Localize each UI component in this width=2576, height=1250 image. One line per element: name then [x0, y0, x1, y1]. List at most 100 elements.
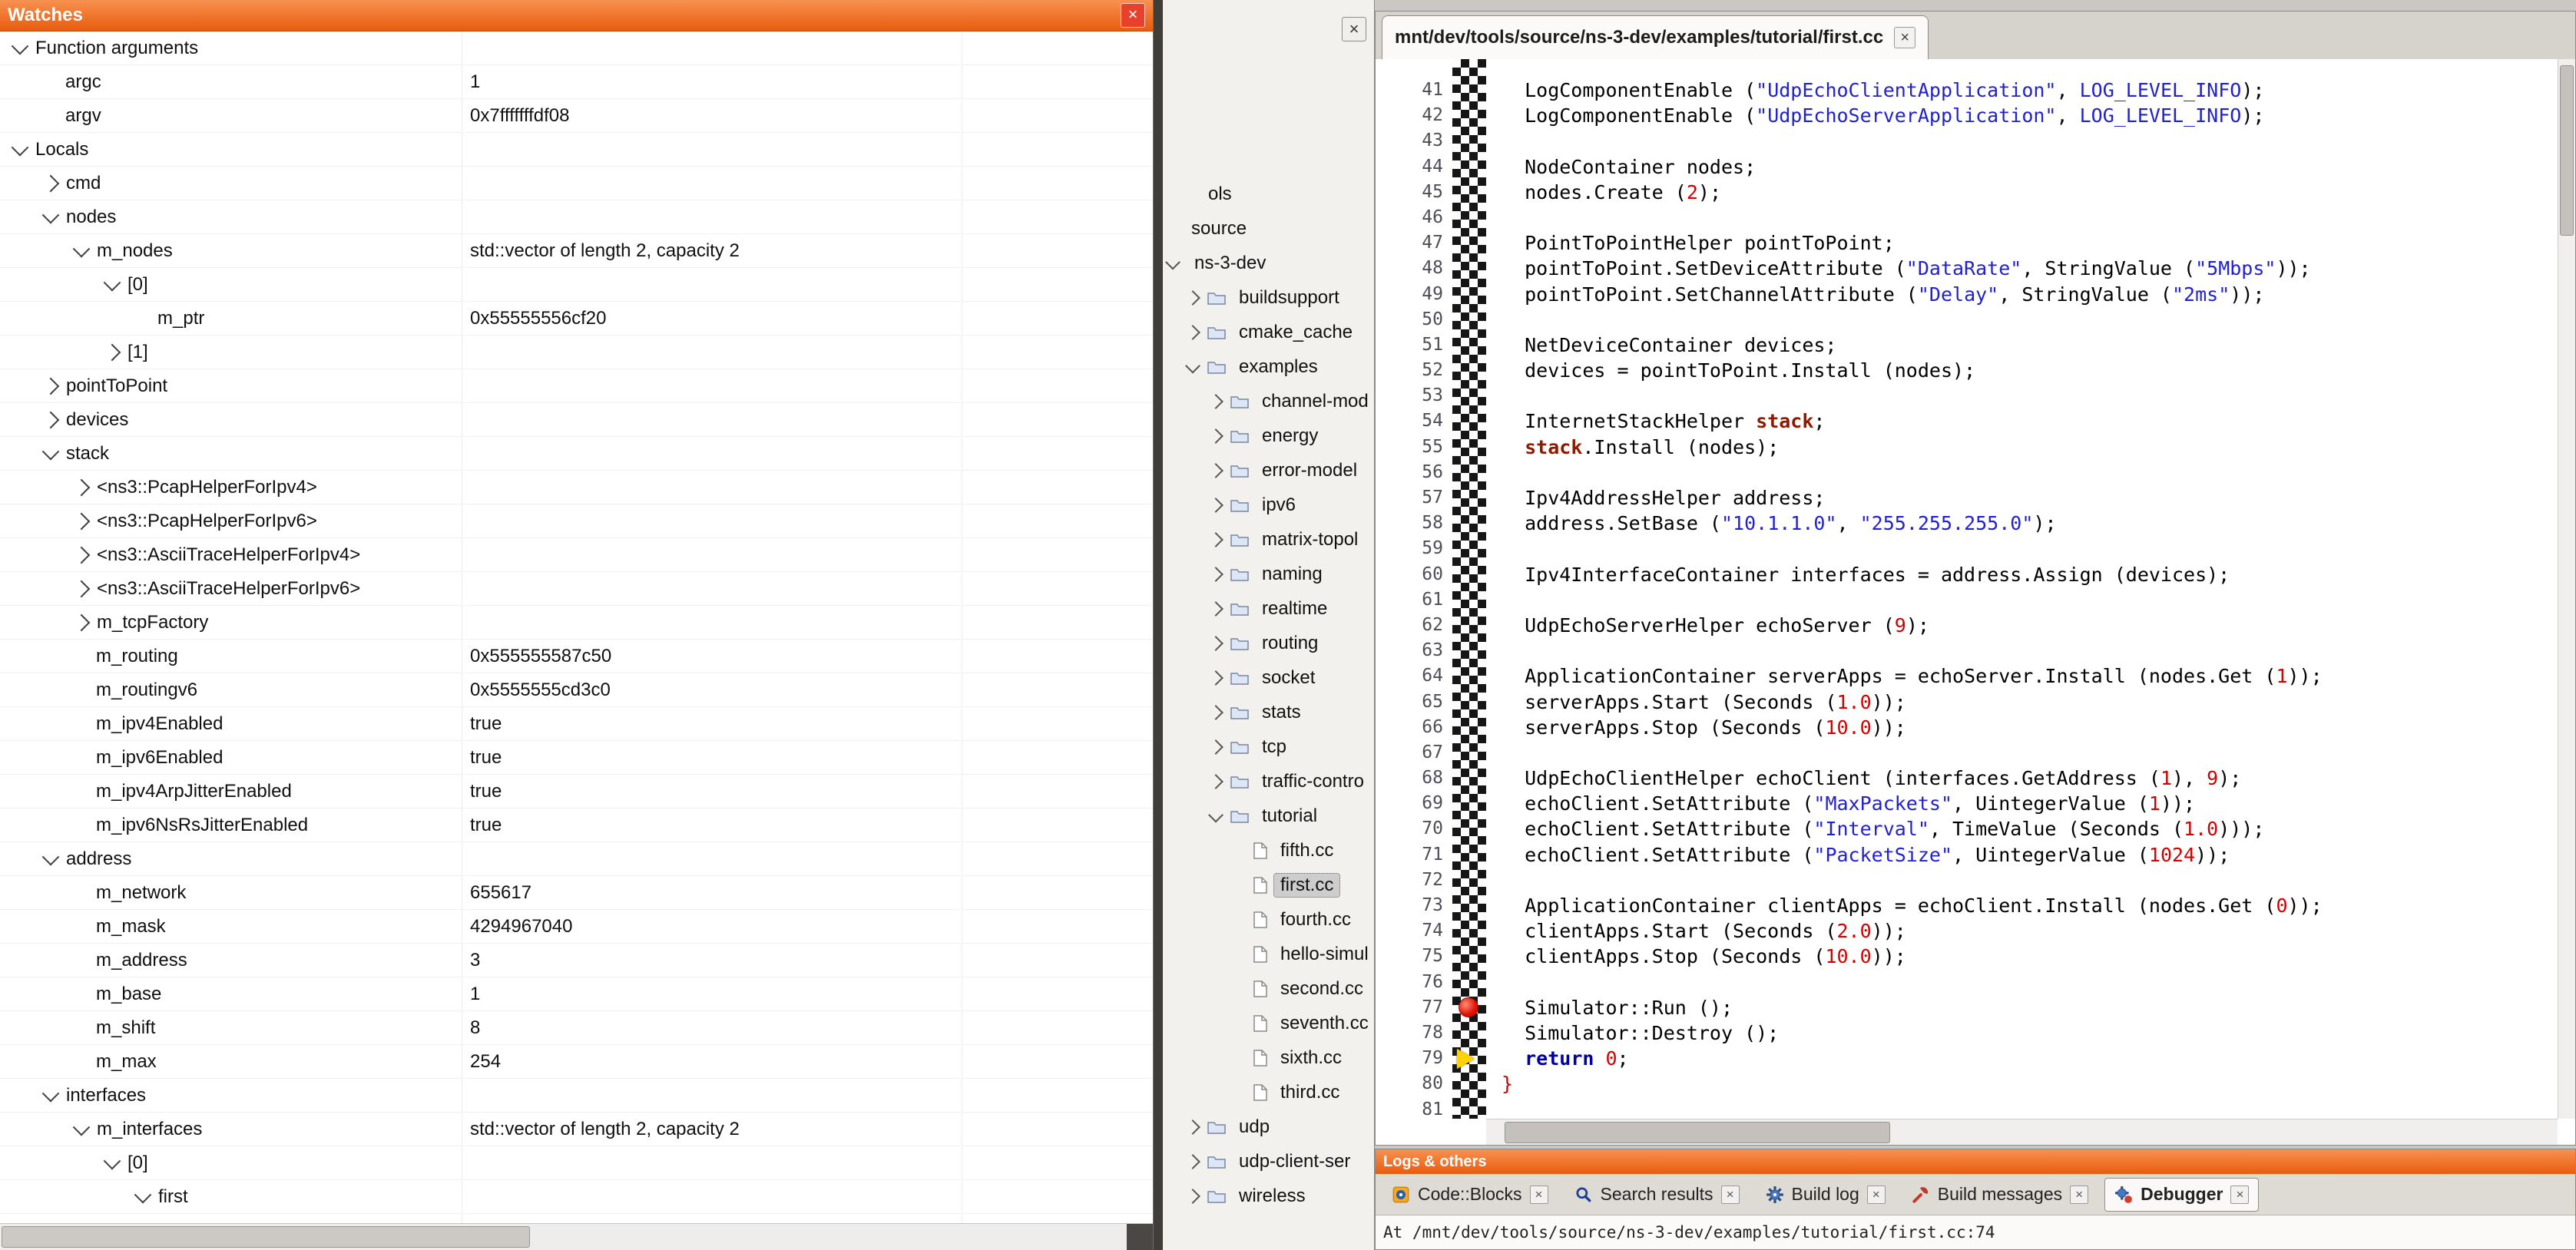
watch-row-m-base[interactable]: m_base1 — [0, 977, 1153, 1011]
chevron-right-icon[interactable] — [1185, 290, 1200, 306]
watch-row-stack[interactable]: stack — [0, 437, 1153, 471]
chevron-right-icon[interactable] — [73, 478, 91, 496]
code-line-64[interactable]: 64 ApplicationContainer serverApps = ech… — [1376, 663, 2558, 689]
code-line-71[interactable]: 71 echoClient.SetAttribute ("PacketSize"… — [1376, 842, 2558, 868]
watch-row-ns3-asciitracehelperforipv4[interactable]: <ns3::AsciiTraceHelperForIpv4> — [0, 538, 1153, 572]
watch-row-interfaces[interactable]: interfaces — [0, 1079, 1153, 1113]
line-number[interactable]: 72 — [1376, 868, 1443, 893]
chevron-right-icon[interactable] — [73, 546, 91, 564]
chevron-right-icon[interactable] — [1208, 774, 1223, 789]
chevron-right-icon[interactable] — [1185, 1154, 1200, 1169]
chevron-down-icon[interactable] — [104, 273, 121, 291]
watch-row-argc[interactable]: argc1 — [0, 65, 1153, 99]
code-line-49[interactable]: 49 pointToPoint.SetChannelAttribute ("De… — [1376, 282, 2558, 307]
tree-item-tcp[interactable]: tcp — [1163, 729, 1374, 764]
code-line-76[interactable]: 76 — [1376, 970, 2558, 995]
chevron-right-icon[interactable] — [73, 512, 91, 530]
line-number[interactable]: 53 — [1376, 383, 1443, 408]
chevron-right-icon[interactable] — [1208, 463, 1223, 478]
code-line-74[interactable]: 74 clientApps.Start (Seconds (2.0)); — [1376, 918, 2558, 944]
code-line-55[interactable]: 55 stack.Install (nodes); — [1376, 435, 2558, 460]
chevron-right-icon[interactable] — [73, 613, 91, 631]
code-line-60[interactable]: 60 Ipv4InterfaceContainer interfaces = a… — [1376, 562, 2558, 587]
line-number[interactable]: 45 — [1376, 180, 1443, 205]
line-number[interactable]: 67 — [1376, 740, 1443, 766]
chevron-right-icon[interactable] — [42, 411, 60, 428]
code-line-75[interactable]: 75 clientApps.Stop (Seconds (10.0)); — [1376, 944, 2558, 969]
line-number[interactable]: 71 — [1376, 842, 1443, 868]
logs-tab-code-blocks[interactable]: Code::Blocks× — [1382, 1178, 1558, 1212]
code-line-52[interactable]: 52 devices = pointToPoint.Install (nodes… — [1376, 358, 2558, 383]
watch-row-m-ptr[interactable]: m_ptr0x55555556cf20 — [0, 302, 1153, 336]
editor-tab-first-cc[interactable]: mnt/dev/tools/source/ns-3-dev/examples/t… — [1382, 15, 1929, 60]
line-number[interactable]: 60 — [1376, 562, 1443, 587]
logs-titlebar[interactable]: Logs & others — [1376, 1149, 2575, 1174]
watch-row-m-interfaces[interactable]: m_interfacesstd::vector of length 2, cap… — [0, 1113, 1153, 1146]
watch-row-function-arguments[interactable]: Function arguments — [0, 31, 1153, 65]
code-line-67[interactable]: 67 — [1376, 740, 2558, 766]
chevron-right-icon[interactable] — [42, 174, 60, 192]
scrollbar-thumb[interactable] — [1505, 1122, 1890, 1143]
line-number[interactable]: 62 — [1376, 613, 1443, 638]
close-icon[interactable]: × — [1342, 17, 1366, 41]
close-icon[interactable]: × — [1530, 1186, 1548, 1204]
code-line-77[interactable]: 77 Simulator::Run (); — [1376, 995, 2558, 1020]
line-number[interactable]: 56 — [1376, 460, 1443, 485]
tree-item-traffic-contro[interactable]: traffic-contro — [1163, 764, 1374, 799]
tree-item-sixth-cc[interactable]: sixth.cc — [1163, 1040, 1374, 1075]
chevron-right-icon[interactable] — [73, 580, 91, 597]
line-number[interactable]: 44 — [1376, 154, 1443, 180]
code-line-68[interactable]: 68 UdpEchoClientHelper echoClient (inter… — [1376, 766, 2558, 791]
line-number[interactable]: 57 — [1376, 485, 1443, 511]
logs-tab-search-results[interactable]: Search results× — [1564, 1178, 1750, 1212]
watch-row-m-nodes[interactable]: m_nodesstd::vector of length 2, capacity… — [0, 234, 1153, 268]
line-number[interactable]: 64 — [1376, 663, 1443, 689]
chevron-down-icon[interactable] — [1165, 254, 1180, 270]
watch-row-1[interactable]: [1] — [0, 336, 1153, 369]
tree-item-second-cc[interactable]: second.cc — [1163, 971, 1374, 1006]
code-line-42[interactable]: 42 LogComponentEnable ("UdpEchoServerApp… — [1376, 103, 2558, 128]
tree-item-first-cc[interactable]: first.cc — [1163, 868, 1374, 902]
chevron-down-icon[interactable] — [12, 138, 29, 156]
chevron-right-icon[interactable] — [1185, 1189, 1200, 1204]
line-number[interactable]: 51 — [1376, 332, 1443, 358]
tree-item-ns-3-dev[interactable]: ns-3-dev — [1163, 246, 1374, 280]
code-line-51[interactable]: 51 NetDeviceContainer devices; — [1376, 332, 2558, 358]
watch-row-m-max[interactable]: m_max254 — [0, 1045, 1153, 1079]
line-number[interactable]: 81 — [1376, 1097, 1443, 1119]
tree-item-ipv6[interactable]: ipv6 — [1163, 488, 1374, 522]
scrollbar-thumb[interactable] — [2560, 65, 2574, 236]
logs-tab-build-messages[interactable]: Build messages× — [1902, 1178, 2098, 1212]
tree-item-udp[interactable]: udp — [1163, 1109, 1374, 1144]
tree-item-ols[interactable]: ols — [1163, 177, 1374, 211]
watch-row-address[interactable]: address — [0, 842, 1153, 876]
tree-item-cmake-cache[interactable]: cmake_cache — [1163, 315, 1374, 349]
code-line-58[interactable]: 58 address.SetBase ("10.1.1.0", "255.255… — [1376, 511, 2558, 536]
watches-horizontal-scrollbar[interactable] — [0, 1223, 1153, 1250]
watch-row-ns3-pcaphelperforipv4[interactable]: <ns3::PcapHelperForIpv4> — [0, 471, 1153, 504]
code-line-45[interactable]: 45 nodes.Create (2); — [1376, 180, 2558, 205]
line-number[interactable]: 49 — [1376, 282, 1443, 307]
line-number[interactable]: 70 — [1376, 816, 1443, 842]
chevron-right-icon[interactable] — [1208, 670, 1223, 686]
code-line-48[interactable]: 48 pointToPoint.SetDeviceAttribute ("Dat… — [1376, 256, 2558, 281]
chevron-down-icon[interactable] — [42, 206, 60, 223]
code-line-57[interactable]: 57 Ipv4AddressHelper address; — [1376, 485, 2558, 511]
line-number[interactable]: 69 — [1376, 791, 1443, 816]
tree-item-third-cc[interactable]: third.cc — [1163, 1075, 1374, 1109]
code-line-44[interactable]: 44 NodeContainer nodes; — [1376, 154, 2558, 180]
chevron-right-icon[interactable] — [1208, 532, 1223, 547]
chevron-down-icon[interactable] — [134, 1186, 152, 1203]
code-line-53[interactable]: 53 — [1376, 383, 2558, 408]
tree-item-fifth-cc[interactable]: fifth.cc — [1163, 833, 1374, 868]
code-line-43[interactable]: 43 — [1376, 128, 2558, 154]
line-number[interactable]: 78 — [1376, 1020, 1443, 1046]
chevron-right-icon[interactable] — [1208, 739, 1223, 755]
editor-vertical-scrollbar[interactable] — [2558, 59, 2575, 1119]
tree-item-error-model[interactable]: error-model — [1163, 453, 1374, 488]
watch-row-argv[interactable]: argv0x7fffffffdf08 — [0, 99, 1153, 133]
watch-row-cmd[interactable]: cmd — [0, 167, 1153, 200]
chevron-right-icon[interactable] — [1208, 601, 1223, 617]
close-icon[interactable]: × — [2070, 1186, 2088, 1204]
line-number[interactable]: 42 — [1376, 103, 1443, 128]
